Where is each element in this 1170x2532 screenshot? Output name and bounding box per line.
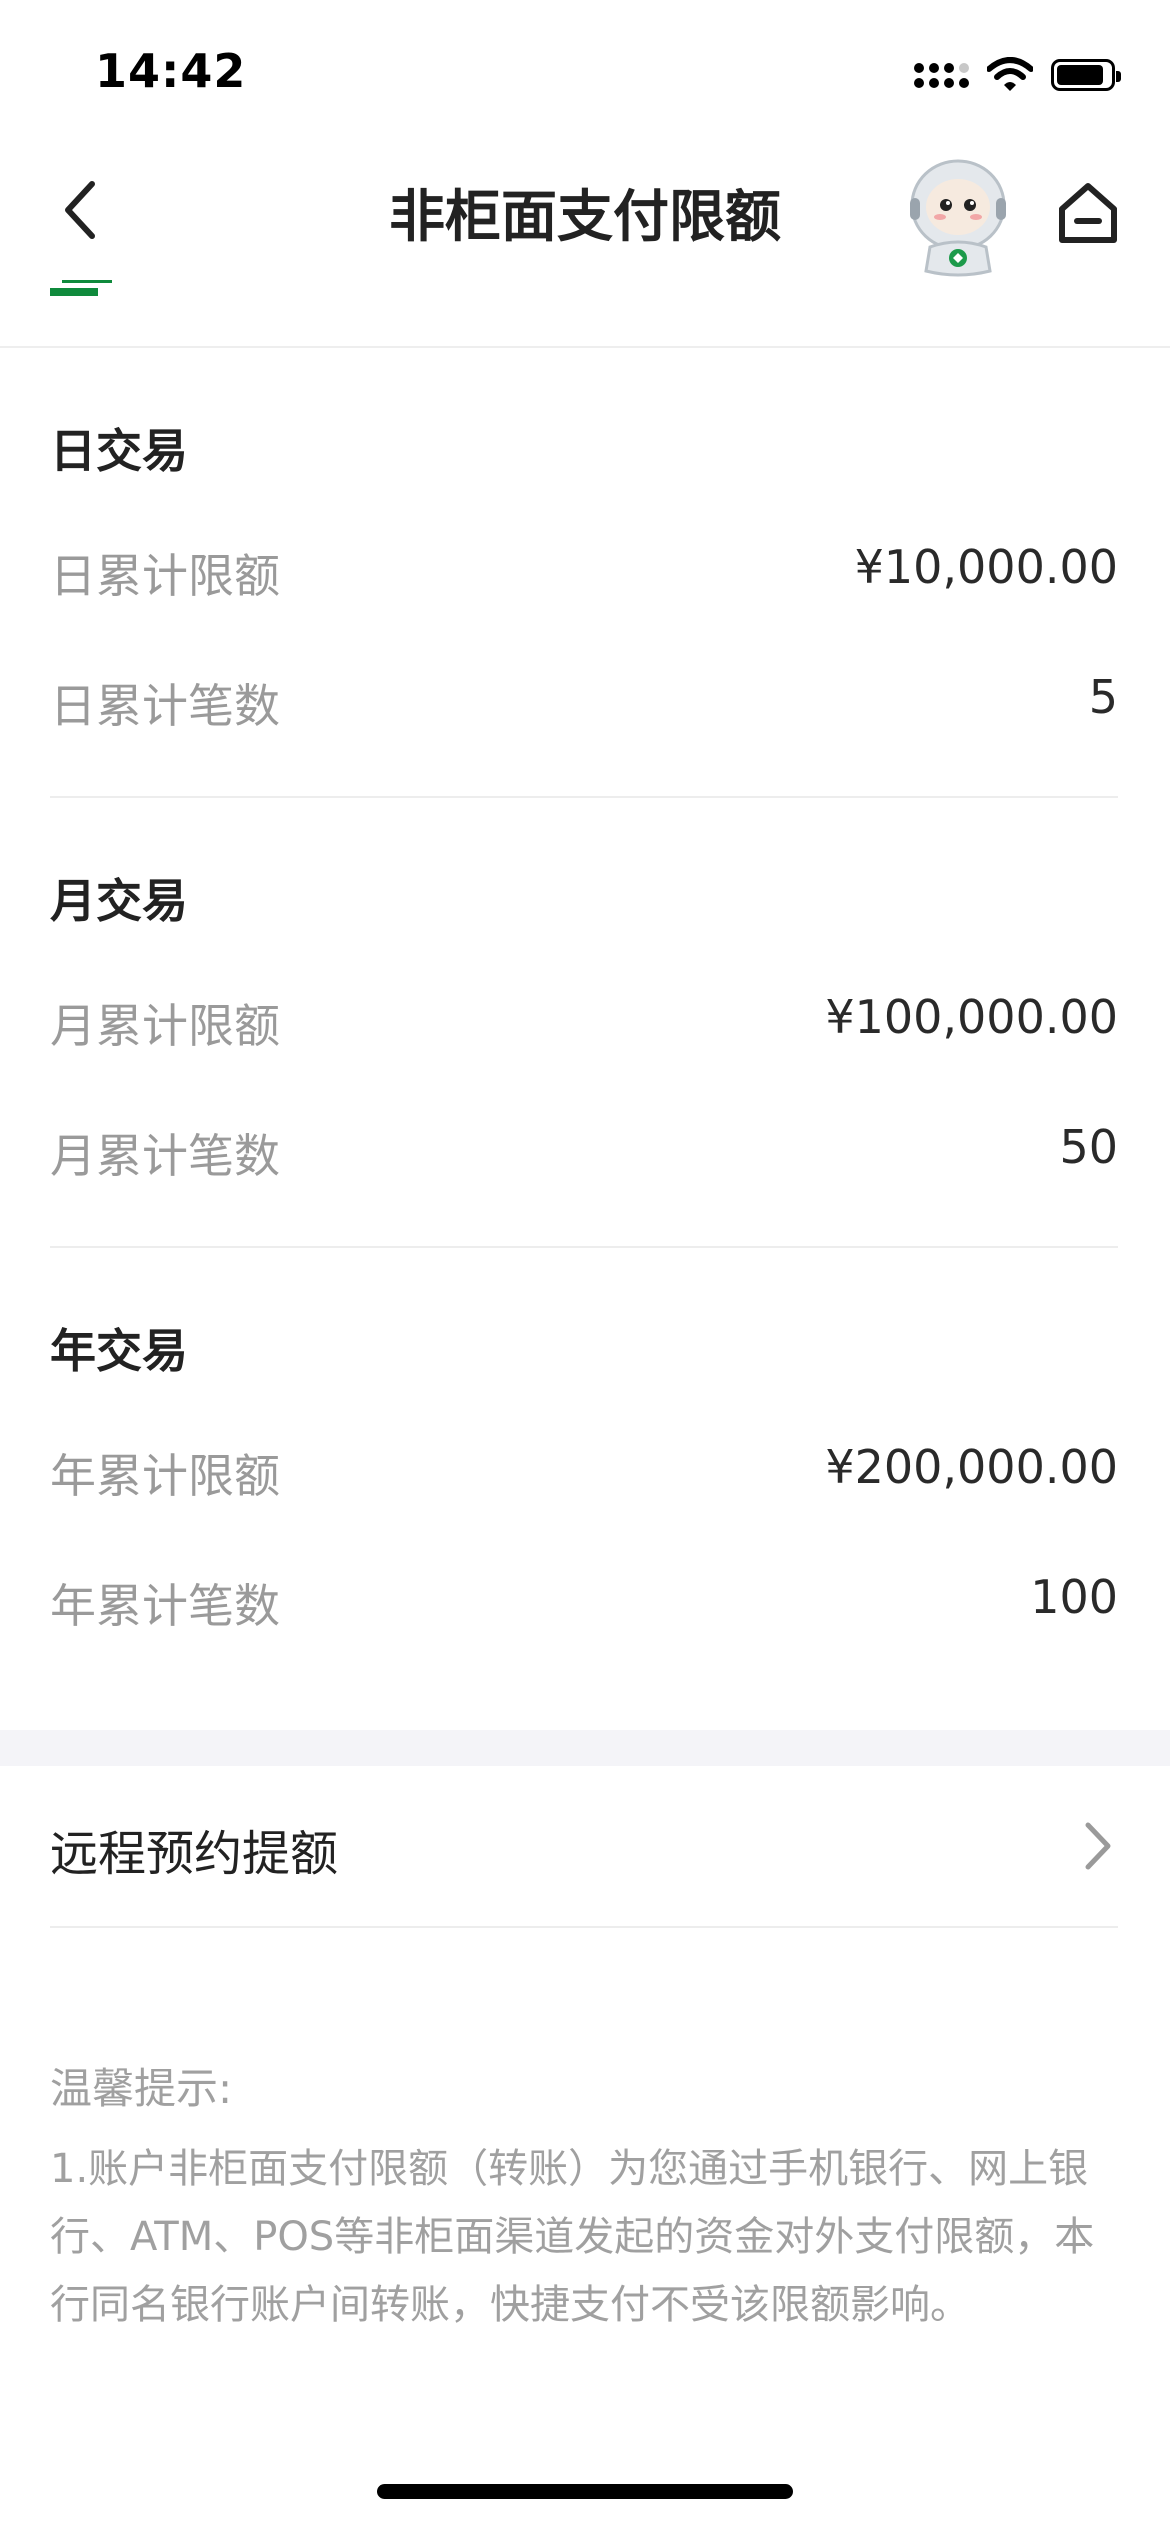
monthly-amount-label: 月累计限额 — [50, 999, 280, 1053]
remote-limit-increase-label: 远程预约提额 — [50, 1826, 339, 1882]
card-divider — [0, 346, 1170, 348]
cellular-signal-icon — [914, 62, 969, 88]
astronaut-mascot-icon[interactable] — [900, 153, 1016, 278]
monthly-section-title: 月交易 — [50, 874, 188, 928]
daily-count-label: 日累计笔数 — [50, 679, 280, 733]
battery-level — [1057, 65, 1103, 85]
daily-amount-value: ¥10,000.00 — [854, 540, 1118, 594]
section-separator-band — [0, 1730, 1170, 1766]
status-time: 14:42 — [95, 44, 247, 98]
monthly-count-value: 50 — [1059, 1120, 1118, 1174]
scroll-fade-mask — [0, 2430, 1170, 2532]
chevron-right-icon — [1085, 1822, 1111, 1870]
wifi-icon — [987, 57, 1033, 91]
monthly-count-label: 月累计笔数 — [50, 1129, 280, 1183]
yearly-section-title: 年交易 — [50, 1324, 188, 1378]
home-indicator[interactable] — [377, 2484, 793, 2499]
tips-item-1: 1.账户非柜面支付限额（转账）为您通过手机银行、网上银行、ATM、POS等非柜面… — [50, 2146, 1095, 2328]
monthly-amount-value: ¥100,000.00 — [825, 990, 1118, 1044]
status-icons — [914, 55, 1121, 95]
row-divider — [50, 1926, 1118, 1928]
yearly-amount-label: 年累计限额 — [50, 1449, 280, 1503]
yearly-amount-value: ¥200,000.00 — [825, 1440, 1118, 1494]
daily-count-value: 5 — [1088, 670, 1118, 724]
home-button[interactable] — [1048, 170, 1128, 256]
daily-section-title: 日交易 — [50, 424, 188, 478]
section-divider — [50, 1246, 1118, 1248]
tips-title: 温馨提示: — [50, 2064, 233, 2113]
nav-bar: 非柜面支付限额 — [0, 140, 1170, 280]
screen: 14:42 非柜面支付限额 日交易 日累计限额 ¥10,000.00 日累计笔数… — [0, 0, 1170, 2532]
yearly-count-label: 年累计笔数 — [50, 1579, 280, 1633]
home-icon — [1059, 183, 1117, 243]
daily-amount-label: 日累计限额 — [50, 549, 280, 603]
section-divider — [50, 796, 1118, 798]
remote-limit-increase-row[interactable]: 远程预约提额 — [0, 1766, 1170, 1926]
battery-icon — [1051, 59, 1121, 91]
yearly-count-value: 100 — [1030, 1570, 1118, 1624]
status-bar: 14:42 — [0, 0, 1170, 140]
